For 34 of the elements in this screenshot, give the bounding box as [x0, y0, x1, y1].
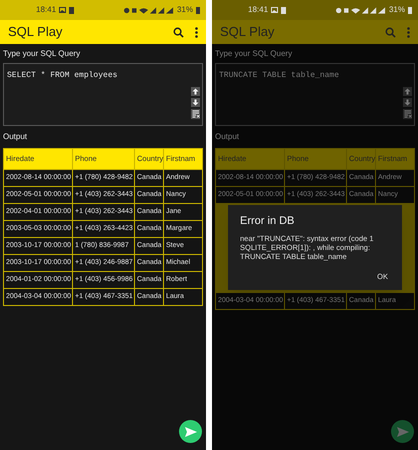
query-field[interactable]: SELECT * FROM employees — [3, 63, 203, 126]
clock: 18:41 — [248, 4, 268, 16]
send-icon — [184, 426, 196, 436]
sim-icon — [281, 6, 286, 14]
run-query-button[interactable] — [179, 420, 202, 443]
query-text: TRUNCATE TABLE table_name — [219, 70, 340, 82]
clock: 18:41 — [36, 4, 56, 16]
history-down-button[interactable] — [191, 98, 200, 107]
query-label: Type your SQL Query — [214, 48, 294, 60]
app-title: SQL Play — [220, 23, 276, 42]
output-label: Output — [2, 131, 28, 143]
query-label: Type your SQL Query — [2, 48, 82, 60]
more-icon — [194, 26, 198, 38]
history-down-button[interactable] — [403, 98, 412, 107]
history-up-button[interactable] — [191, 87, 200, 96]
image-icon — [271, 7, 278, 13]
signal-icons — [336, 6, 386, 14]
send-icon — [396, 426, 408, 436]
query-text: SELECT * FROM employees — [7, 70, 118, 82]
battery-level: 31% — [176, 4, 193, 16]
history-up-button[interactable] — [403, 87, 412, 96]
dialog-title: Error in DB — [240, 214, 296, 229]
output-label: Output — [214, 131, 240, 143]
signal-icons — [124, 6, 174, 14]
more-menu-button[interactable] — [192, 24, 200, 40]
clear-button[interactable] — [403, 109, 412, 119]
query-field[interactable]: TRUNCATE TABLE table_name — [215, 63, 415, 126]
image-icon — [59, 7, 66, 13]
app-title: SQL Play — [8, 23, 64, 42]
battery-level: 31% — [388, 4, 405, 16]
sim-icon — [69, 6, 74, 14]
battery-icon — [196, 6, 200, 14]
more-icon — [406, 26, 410, 38]
battery-icon — [408, 6, 412, 14]
